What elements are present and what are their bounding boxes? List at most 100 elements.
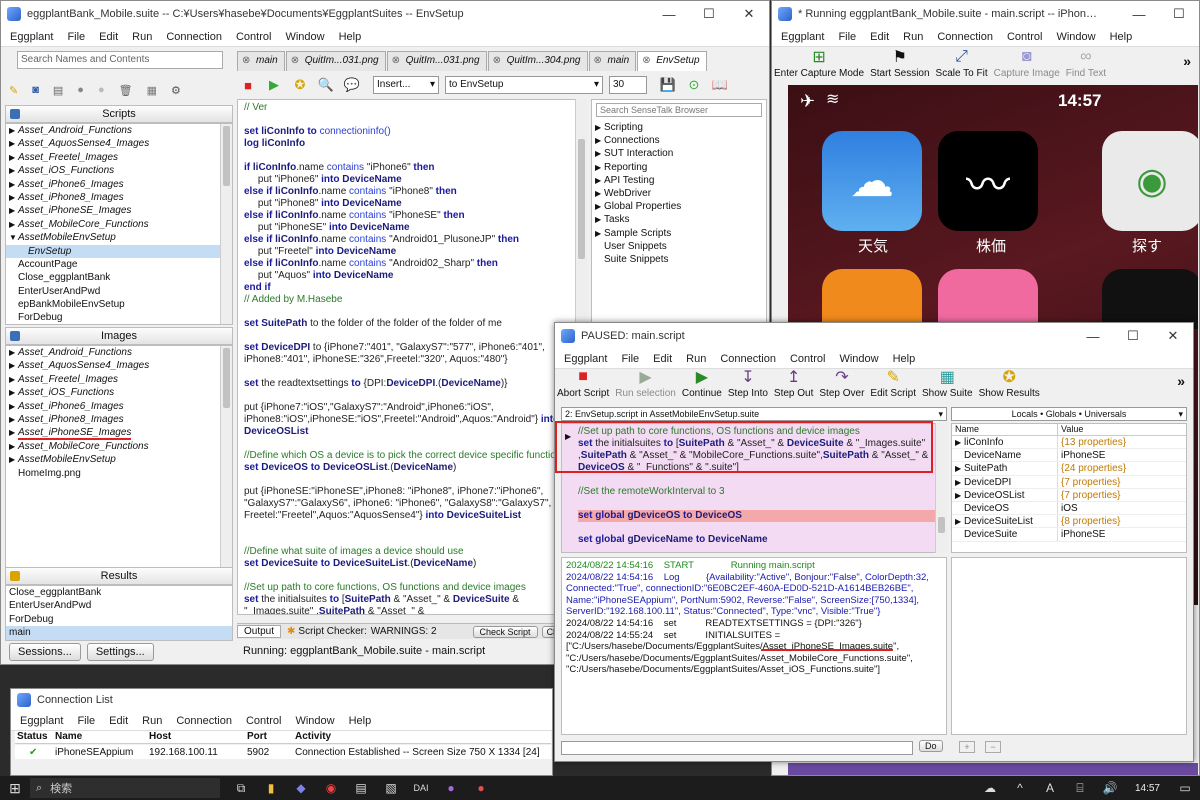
tree-toggle-icon[interactable]: ▶ — [9, 204, 15, 217]
insert-select[interactable]: Insert... ▾ — [373, 76, 439, 94]
list-item[interactable]: ▶ Asset_iPhone6_Images — [6, 400, 232, 413]
list-item[interactable]: AccountPage — [6, 258, 232, 271]
var-row[interactable]: ▶ liConInfo {13 properties} — [952, 436, 1186, 450]
eggplant2-taskbar-icon[interactable]: ● — [468, 778, 494, 798]
notification-icon[interactable]: ▭ — [1172, 778, 1198, 798]
run-selection-icon[interactable]: ▶ — [263, 74, 285, 96]
menu-item[interactable]: Connection — [713, 353, 783, 365]
menu-item[interactable]: Eggplant — [3, 31, 60, 43]
tree-toggle-icon[interactable]: ▶ — [595, 174, 601, 187]
sensetalk-item[interactable]: ▶ API Testing — [592, 174, 766, 187]
location-icon[interactable]: ⊙ — [683, 74, 705, 96]
sensetalk-search-input[interactable]: Search SenseTalk Browser — [596, 103, 762, 117]
list-item[interactable]: ▼ AssetMobileEnvSetup — [6, 231, 232, 244]
menu-item[interactable]: Help — [332, 31, 369, 43]
toolbar-button[interactable]: ■ Abort Script — [557, 366, 609, 399]
tree-toggle-icon[interactable]: ▶ — [955, 436, 961, 449]
findmy-app-icon[interactable]: ◉ — [1102, 131, 1198, 231]
result-item[interactable]: main — [6, 626, 232, 640]
gear-icon[interactable]: ⚙ — [171, 84, 181, 97]
app-icon[interactable]: ▧ — [378, 778, 404, 798]
sensetalk-item[interactable]: ▶ WebDriver — [592, 187, 766, 200]
list-item[interactable]: ▶ Asset_Android_Functions — [6, 124, 232, 137]
sensetalk-item[interactable]: ▶ Sample Scripts — [592, 227, 766, 240]
toolbar-button[interactable]: ▶ Continue — [682, 366, 722, 399]
maximize-icon[interactable]: ☐ — [689, 1, 729, 27]
results-list[interactable]: Close_eggplantBank EnterUserAndPwd ForDebu… — [5, 585, 233, 641]
toolbar-button[interactable]: ⊞ Enter Capture Mode — [774, 46, 864, 79]
menu-item[interactable]: Run — [896, 31, 930, 43]
menu-item[interactable]: Connection — [169, 715, 239, 727]
tree-toggle-icon[interactable]: ▶ — [595, 161, 601, 174]
list-item[interactable]: ▶ Asset_Freetel_Images — [6, 373, 232, 386]
weather-app-icon[interactable]: ☁ — [822, 131, 922, 231]
goto-select[interactable]: to EnvSetup ▾ — [445, 76, 603, 94]
tree-toggle-icon[interactable]: ▶ — [955, 515, 961, 528]
chevron-up-icon[interactable]: ^ — [1007, 778, 1033, 798]
tree-toggle-icon[interactable]: ▶ — [9, 400, 15, 413]
tree-toggle-icon[interactable]: ▶ — [9, 386, 15, 399]
explorer-icon[interactable]: ▮ — [258, 778, 284, 798]
menu-item[interactable]: Eggplant — [774, 31, 831, 43]
badge-icon[interactable]: ✪ — [289, 74, 311, 96]
var-row[interactable]: DeviceSuite iPhoneSE — [952, 528, 1186, 542]
menu-item[interactable]: Run — [135, 715, 169, 727]
tree-toggle-icon[interactable]: ▶ — [9, 373, 15, 386]
list-item[interactable]: HomeImg.png — [6, 467, 232, 480]
tree-toggle-icon[interactable]: ▶ — [9, 359, 15, 372]
activity-app-icon[interactable] — [1102, 269, 1198, 329]
tab-script[interactable]: QuitIm...304.png — [487, 51, 588, 71]
tree-toggle-icon[interactable]: ▼ — [9, 231, 17, 244]
tree-toggle-icon[interactable]: ▶ — [9, 453, 15, 466]
list-item[interactable]: ▶ Asset_iPhone8_Images — [6, 413, 232, 426]
volume-icon[interactable]: 🔊 — [1097, 778, 1123, 798]
menu-item[interactable]: Help — [1103, 31, 1140, 43]
tree-toggle-icon[interactable]: ▶ — [9, 178, 15, 191]
toolbar-button[interactable]: ⤢ Scale To Fit — [936, 46, 988, 79]
trash-icon[interactable]: 🗑 — [119, 84, 133, 97]
minimize-icon[interactable]: — — [1119, 1, 1159, 27]
sensetalk-item[interactable]: ▶ SUT Interaction — [592, 147, 766, 160]
tree-toggle-icon[interactable]: ▶ — [9, 137, 15, 150]
close-icon[interactable]: ✕ — [729, 1, 769, 27]
menu-item[interactable]: File — [70, 715, 102, 727]
pencil-icon[interactable]: ✎ — [9, 84, 18, 97]
taskbar-search[interactable]: ⌕ 検索 — [30, 778, 220, 798]
stocks-app-icon[interactable]: 〰 — [938, 131, 1038, 231]
var-row[interactable]: ▶ DeviceOSList {7 properties} — [952, 488, 1186, 502]
list-item[interactable]: ▶ Asset_iOS_Functions — [6, 386, 232, 399]
vars-scope-select[interactable]: Locals • Globals • Universals ▾ — [951, 407, 1187, 421]
tree-toggle-icon[interactable]: ▶ — [9, 124, 15, 137]
check-script-button[interactable]: Check Script — [472, 625, 538, 638]
menu-item[interactable]: Control — [783, 353, 832, 365]
tree-toggle-icon[interactable]: ▶ — [595, 147, 601, 160]
list-item[interactable]: ▶ Asset_MobileCore_Functions — [6, 440, 232, 453]
result-item[interactable]: EnterUserAndPwd — [6, 599, 232, 612]
command-input[interactable] — [561, 741, 913, 755]
menu-item[interactable]: Window — [288, 715, 341, 727]
camera-icon[interactable]: ◙ — [32, 84, 39, 96]
menu-item[interactable]: Edit — [863, 31, 896, 43]
settings-button[interactable]: Settings... — [86, 643, 154, 661]
menu-item[interactable]: Edit — [92, 31, 125, 43]
tree-toggle-icon[interactable]: ▶ — [595, 200, 601, 213]
toolbar-button[interactable]: ↧ Step Into — [728, 366, 768, 399]
sensetalk-item[interactable]: ▶ Global Properties — [592, 200, 766, 213]
toolbar-button[interactable]: ▶ Run selection — [615, 366, 676, 399]
circle-gray-icon[interactable]: ● — [98, 84, 105, 96]
sensetalk-item[interactable]: ▶ Reporting — [592, 161, 766, 174]
list-item[interactable]: EnvSetup — [6, 244, 232, 258]
tab-script[interactable]: main — [237, 51, 285, 71]
menu-item[interactable]: Control — [239, 715, 288, 727]
list-item[interactable]: Close_eggplantBank — [6, 271, 232, 284]
list-item[interactable]: EnterUserAndPwd — [6, 285, 232, 298]
list-item[interactable]: ▶ Asset_iPhone6_Images — [6, 178, 232, 191]
menu-item[interactable]: Window — [832, 353, 885, 365]
list-item[interactable]: ▶ Asset_Android_Functions — [6, 346, 232, 359]
overflow-icon[interactable]: » — [1183, 53, 1191, 69]
tab-script[interactable]: QuitIm...031.png — [285, 51, 386, 71]
folder-icon[interactable]: ▦ — [147, 84, 157, 97]
cloud-icon[interactable]: ☁ — [977, 778, 1003, 798]
var-row[interactable]: DeviceName iPhoneSE — [952, 449, 1186, 463]
list-item[interactable]: ▶ Asset_AquosSense4_Images — [6, 359, 232, 372]
